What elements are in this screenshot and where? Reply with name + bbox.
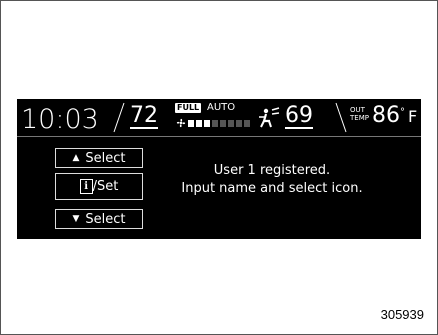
fan-speed-segment [188,120,194,127]
fan-speed-segment [236,120,242,127]
clock: 10:03 [21,104,99,135]
arrow-down-icon: ▼ [72,214,80,224]
info-set-label: /Set [92,179,119,194]
select-down-label: Select [85,211,126,227]
divider-slash [113,102,125,133]
fan-speed-segment [220,120,226,127]
climate-status-bar: 10:03 72 FULL AUTO 69 OUT TEMP 86 ° F [17,99,421,137]
head-unit-display: 10:03 72 FULL AUTO 69 OUT TEMP 86 ° F ▲ … [17,99,421,239]
message-line-2: Input name and select icon. [181,181,363,196]
outside-temp-label: OUT TEMP [350,106,369,122]
registration-message: User 1 registered. Input name and select… [152,162,392,198]
outside-temp-label-top: OUT [350,106,365,114]
passenger-temperature-value: 69 [285,103,313,128]
select-up-button[interactable]: ▲ Select [55,148,143,168]
fan-speed-segment [228,120,234,127]
driver-temperature-value: 72 [130,103,158,128]
fan-icon [176,118,186,128]
divider-backslash [335,102,347,133]
select-up-label: Select [85,150,126,166]
fan-speed-segment [212,120,218,127]
info-set-button[interactable]: i /Set [55,173,143,200]
arrow-up-icon: ▲ [72,153,80,163]
fan-speed-segment [244,120,250,127]
degree-symbol: ° [400,107,405,118]
fan-full-badge: FULL [175,103,202,113]
outside-temp-label-bottom: TEMP [350,114,369,122]
select-down-button[interactable]: ▼ Select [55,209,143,229]
fan-speed-segment [196,120,202,127]
passenger-temperature-underline [285,127,313,129]
message-line-1: User 1 registered. [213,163,331,178]
outside-temperature: 86 ° F [372,103,417,128]
driver-temperature-underline [130,127,158,129]
auto-mode-label: AUTO [207,102,236,113]
info-icon: i [79,179,93,194]
figure-id: 305939 [380,307,424,322]
passenger-temperature[interactable]: 69 [285,103,313,129]
airflow-mode-icon[interactable] [257,106,281,130]
driver-temperature[interactable]: 72 [130,103,158,129]
outside-temperature-value: 86 [372,103,400,128]
temperature-unit: F [408,107,418,126]
fan-speed-segment [204,120,210,127]
